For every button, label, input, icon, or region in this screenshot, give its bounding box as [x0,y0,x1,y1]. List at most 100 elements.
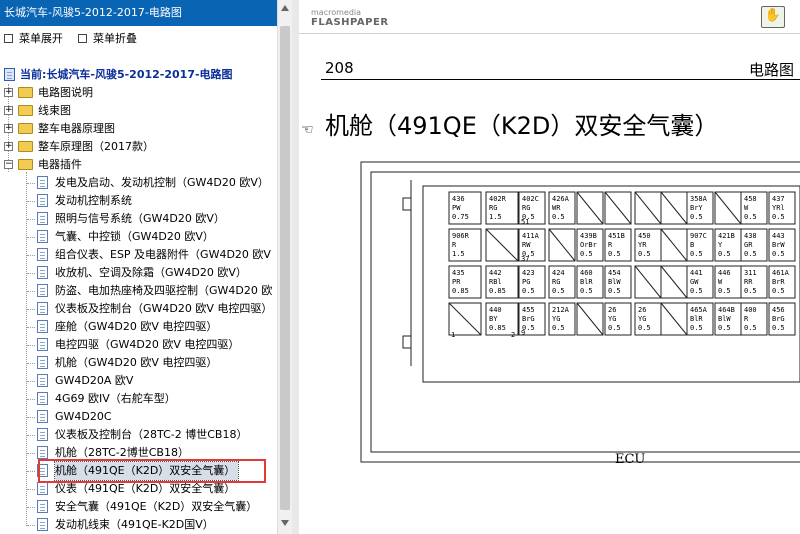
pin-circuit-code: 454 [608,269,621,277]
tree-item[interactable]: 发电及启动、发动机控制（GW4D20 欧V） [0,174,277,192]
expand-node-icon[interactable]: + [4,124,13,133]
pin-number-label: 51 [521,218,529,226]
folder-icon [18,87,33,98]
tree-scrollbar[interactable] [277,0,293,534]
pin-wire-size: 0.5 [744,287,757,295]
tree-line [27,219,35,220]
page-number: 208 [325,59,354,77]
pin-wire-color: RG [489,204,497,212]
expand-node-icon[interactable]: + [4,106,13,115]
pin-circuit-code: 437 [772,195,785,203]
expand-node-icon[interactable]: + [4,142,13,151]
pin-wire-size: 0.5 [690,324,703,332]
pin-wire-size: 0.5 [690,287,703,295]
tree-line [27,417,35,418]
tree-item[interactable]: 组合仪表、ESP 及电器附件（GW4D20 欧V [0,246,277,264]
tree-item[interactable]: 发动机线束（491QE-K2D国V） [0,516,277,534]
pin-wire-color: WR [552,204,561,212]
collapse-node-icon[interactable]: − [4,160,13,169]
tree-folder[interactable]: + 整车原理图（2017款） [0,138,277,156]
pin-circuit-code: 358A [690,195,708,203]
expand-node-icon[interactable]: + [4,88,13,97]
tree-item[interactable]: GW4D20C [0,408,277,426]
tree-item[interactable]: 仪表板及控制台（GW4D20 欧V 电控四驱） [0,300,277,318]
document-icon [37,518,48,531]
pin-wire-color: B [690,241,694,249]
tree-folder[interactable]: + 整车电器原理图 [0,120,277,138]
tree-item[interactable]: 照明与信号系统（GW4D20 欧V） [0,210,277,228]
tree-folder[interactable]: − 电器插件 [0,156,277,174]
pin-circuit-code: 451B [608,232,625,240]
scroll-down-icon[interactable] [281,520,289,526]
hand-tool-button[interactable]: ✋ [761,6,785,28]
tree-item-label: 发动机线束（491QE-K2D国V） [55,518,214,531]
pin-circuit-code: 402R [489,195,507,203]
tree-item-label: GW4D20A 欧V [55,374,134,387]
tree-item-label: 仪表板及控制台（GW4D20 欧V 电控四驱） [55,302,273,315]
document-icon [37,374,48,387]
pin-circuit-code: 439B [580,232,597,240]
tree-folder[interactable]: + 线束图 [0,102,277,120]
tree-root-label: 当前:长城汽车-风骏5-2012-2017-电路图 [20,68,233,81]
pin-circuit-code: 461A [772,269,790,277]
scrollbar-thumb[interactable] [280,26,290,510]
pin-wire-color: RR [744,278,753,286]
pin-wire-size: 0.5 [552,324,565,332]
pin-wire-size: 0.85 [489,287,506,295]
pin-wire-color: YG [638,315,646,323]
document-icon [37,410,48,423]
folder-icon [18,159,33,170]
pin-wire-size: 0.5 [580,250,593,258]
pin-circuit-code: 460 [580,269,593,277]
collapse-menu-button[interactable]: 菜单折叠 [78,30,137,46]
pin-circuit-code: 441 [690,269,703,277]
pin-wire-color: RG [522,204,530,212]
tree-item[interactable]: 安全气囊（491QE（K2D）双安全气囊） [0,498,277,516]
tree-folder[interactable]: + 电路图说明 [0,84,277,102]
pin-wire-color: GR [744,241,753,249]
pin-circuit-code: 907C [690,232,707,240]
tree-line [27,471,35,472]
tree-item-label: 仪表板及控制台（28TC-2 博世CB18） [55,428,248,441]
tree-item[interactable]: 座舱（GW4D20 欧V 电控四驱） [0,318,277,336]
tree-item[interactable]: 防盗、电加热座椅及四驱控制（GW4D20 欧 [0,282,277,300]
pin-wire-size: 0.5 [608,324,621,332]
collapse-icon [78,33,87,43]
document-icon [37,392,48,405]
document-icon [37,212,48,225]
pin-wire-size: 0.5 [718,324,731,332]
pin-wire-size: 1.5 [489,213,502,221]
scroll-up-icon[interactable] [281,5,289,11]
pin-circuit-code: 424 [552,269,565,277]
tree-item[interactable]: 气囊、中控锁（GW4D20 欧V） [0,228,277,246]
tree-item[interactable]: 电控四驱（GW4D20 欧V 电控四驱） [0,336,277,354]
tree-item[interactable]: 机舱（GW4D20 欧V 电控四驱） [0,354,277,372]
pin-wire-color: BY [489,315,498,323]
pin-number-label: 9 [521,329,525,337]
section-title: 电路图 [749,61,795,79]
document-icon [37,176,48,189]
tree-item[interactable]: 收放机、空调及除霜（GW4D20 欧V） [0,264,277,282]
tree-line [27,201,35,202]
pin-wire-color: BrR [772,278,785,286]
folder-icon [18,123,33,134]
expand-menu-button[interactable]: 菜单展开 [4,30,63,46]
navigation-panel: 长城汽车-风骏5-2012-2017-电路图 菜单展开 菜单折叠 当前:长城汽车… [0,0,293,534]
tree-item-label: 发电及启动、发动机控制（GW4D20 欧V） [55,176,269,189]
pin-wire-size: 0.5 [718,250,731,258]
pin-circuit-code: 458 [744,195,757,203]
tree-line [27,291,35,292]
pin-wire-size: 0.5 [552,213,565,221]
pin-wire-color: PG [522,278,530,286]
tree-item[interactable]: 发动机控制系统 [0,192,277,210]
pin-circuit-code: 446 [718,269,731,277]
pin-circuit-code: 455 [522,306,535,314]
tree-item-label: 4G69 欧IV（右舵车型） [55,392,176,405]
tree-item[interactable]: 仪表板及控制台（28TC-2 博世CB18） [0,426,277,444]
pin-wire-color: YG [608,315,616,323]
highlight-box [38,459,266,483]
tree-item[interactable]: GW4D20A 欧V [0,372,277,390]
tree-item[interactable]: 4G69 欧IV（右舵车型） [0,390,277,408]
document-icon [37,500,48,513]
pin-circuit-code: 438 [744,232,757,240]
